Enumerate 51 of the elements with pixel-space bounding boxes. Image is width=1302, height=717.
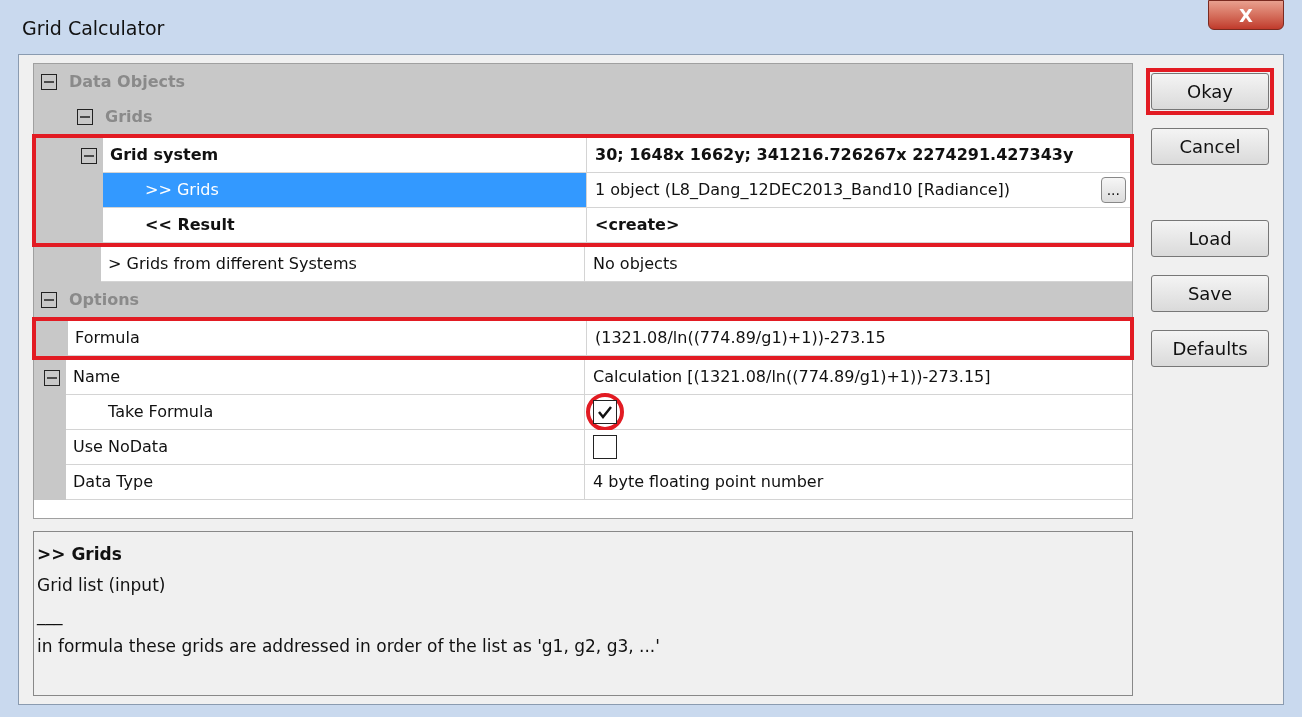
property-row[interactable]: Grid system 30; 1648x 1662y; 341216.726267x 2274291.427343y bbox=[103, 138, 1130, 173]
collapse-icon[interactable] bbox=[81, 147, 97, 164]
property-row[interactable]: Name Calculation [(1321.08/ln((774.89/g1)+1))-273.15] bbox=[66, 360, 1132, 395]
check-icon bbox=[597, 405, 613, 419]
collapse-icon[interactable] bbox=[77, 108, 93, 125]
property-label: Use NoData bbox=[73, 436, 168, 458]
property-label: >> Grids bbox=[145, 179, 219, 201]
description-text: ___ bbox=[37, 604, 64, 628]
description-title: >> Grids bbox=[37, 543, 123, 566]
row-gutter bbox=[36, 321, 68, 356]
property-row[interactable]: Data Type 4 byte floating point number bbox=[66, 465, 1132, 500]
property-row[interactable]: >> Grids 1 object (L8_Dang_12DEC2013_Band10 [Radiance]) ... bbox=[103, 173, 1130, 208]
dialog-button[interactable]: Load bbox=[1151, 220, 1269, 257]
property-label: Formula bbox=[75, 327, 140, 349]
dialog-button[interactable]: Save bbox=[1151, 275, 1269, 312]
property-label: Grid system bbox=[110, 144, 219, 166]
property-label: Data Type bbox=[73, 471, 154, 493]
property-value: (1321.08/ln((774.89/g1)+1))-273.15 bbox=[595, 327, 886, 349]
property-label: << Result bbox=[145, 214, 235, 236]
property-label: Take Formula bbox=[108, 401, 214, 423]
property-row[interactable]: Use NoData bbox=[66, 430, 1132, 465]
collapse-icon[interactable] bbox=[41, 73, 57, 90]
dialog-button[interactable]: Cancel bbox=[1151, 128, 1269, 165]
category-label: Data Objects bbox=[69, 70, 186, 93]
property-value: <create> bbox=[595, 214, 680, 236]
checkbox[interactable] bbox=[593, 400, 617, 424]
description-text: in formula these grids are addressed in order of the list as 'g1, g2, g3, ...' bbox=[37, 634, 661, 658]
row-gutter bbox=[36, 208, 103, 243]
collapse-icon[interactable] bbox=[44, 369, 60, 386]
property-label: > Grids from different Systems bbox=[108, 253, 357, 275]
category-label: Options bbox=[69, 288, 140, 311]
property-row[interactable]: Formula (1321.08/ln((774.89/g1)+1))-273.15 bbox=[68, 321, 1130, 356]
dialog-button[interactable]: Okay bbox=[1151, 73, 1269, 110]
property-value: 4 byte floating point number bbox=[593, 471, 824, 493]
description-text: Grid list (input) bbox=[37, 573, 167, 597]
collapse-icon[interactable] bbox=[41, 291, 57, 308]
property-row[interactable]: Take Formula bbox=[66, 395, 1132, 430]
browse-button[interactable]: ... bbox=[1100, 177, 1126, 203]
property-row[interactable]: > Grids from different Systems No objects bbox=[101, 247, 1132, 282]
window-title: Grid Calculator bbox=[22, 16, 165, 41]
property-value: 1 object (L8_Dang_12DEC2013_Band10 [Radiance]) bbox=[595, 179, 1011, 201]
dialog-button[interactable]: Defaults bbox=[1151, 330, 1269, 367]
property-row[interactable]: << Result <create> bbox=[103, 208, 1130, 243]
property-value: No objects bbox=[593, 253, 678, 275]
checkbox[interactable] bbox=[593, 435, 617, 459]
property-value: Calculation [(1321.08/ln((774.89/g1)+1))-273.15] bbox=[593, 366, 991, 388]
property-value: 30; 1648x 1662y; 341216.726267x 2274291.427343y bbox=[595, 144, 1074, 166]
category-label: Grids bbox=[105, 105, 153, 128]
property-label: Name bbox=[73, 366, 121, 388]
row-gutter bbox=[34, 247, 101, 282]
row-gutter bbox=[34, 465, 66, 500]
